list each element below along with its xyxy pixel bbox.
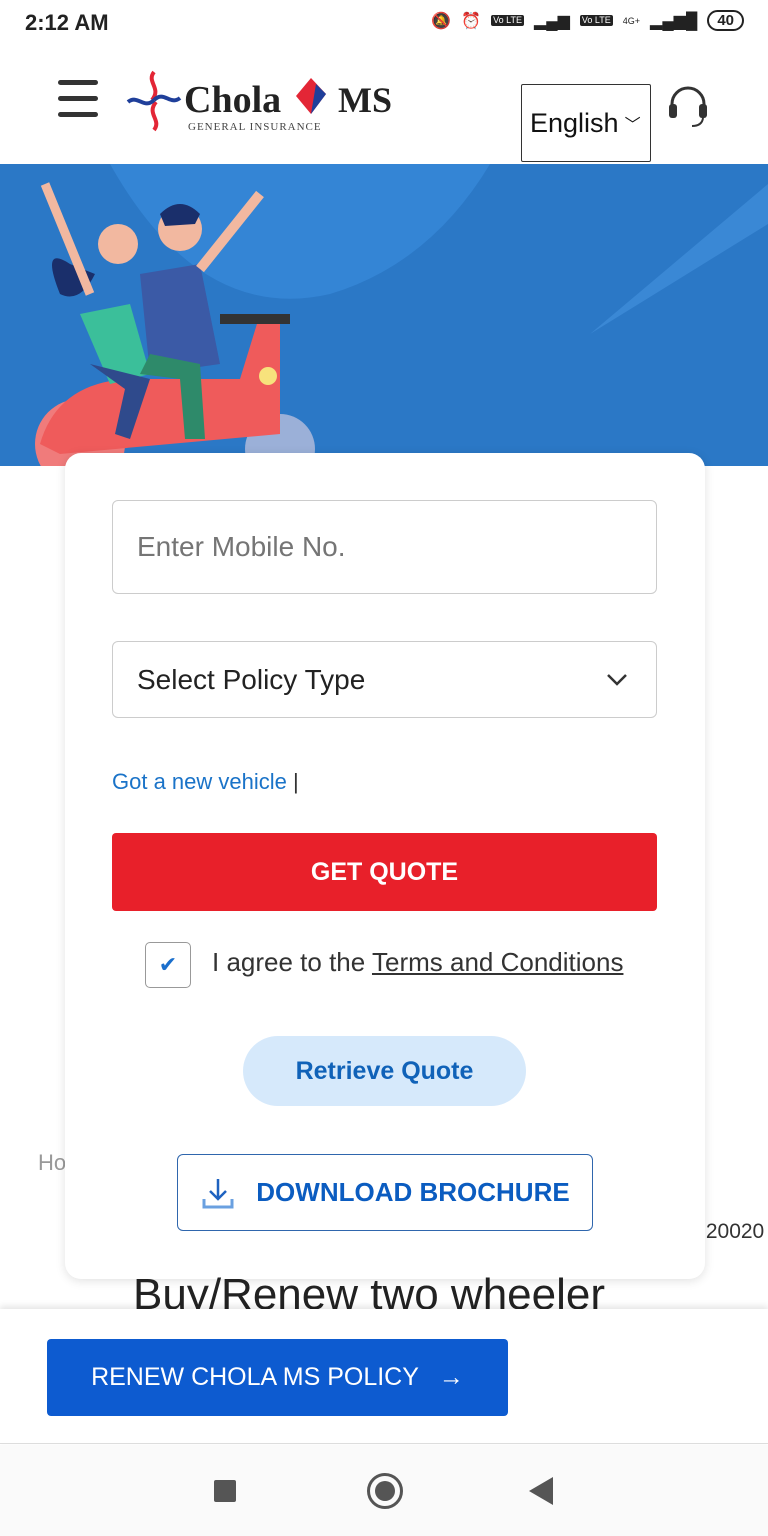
signal-icon-2: ▂▄▆█ [650, 12, 698, 30]
terms-text: I agree to the Terms and Conditions [212, 947, 623, 978]
get-quote-button[interactable]: GET QUOTE [112, 833, 657, 911]
language-select[interactable]: English ﹀ [521, 84, 651, 162]
scooter-riders-illustration [35, 164, 768, 466]
home-icon[interactable] [367, 1473, 403, 1509]
section-heading: Buy/Renew two wheeler [133, 1270, 606, 1310]
back-icon[interactable] [529, 1477, 553, 1505]
network-type: 4G+ [622, 15, 641, 26]
alarm-icon: ⏰ [461, 12, 482, 30]
background-text-fragment: Ho [38, 1150, 67, 1175]
battery-icon: 40 [707, 10, 744, 31]
download-brochure-label: DOWNLOAD BROCHURE [256, 1177, 570, 1207]
check-icon: ✔ [158, 952, 178, 977]
new-vehicle-row: Got a new vehicle | [112, 769, 299, 795]
status-bar: 2:12 AM 🔕 ⏰ Vo LTE ▂▄▆ Vo LTE 4G+ ▂▄▆█ 4… [0, 0, 768, 48]
signal-icon: ▂▄▆ [533, 12, 570, 30]
svg-text:Chola: Chola [184, 79, 281, 121]
arrow-right-icon: → [438, 1363, 464, 1391]
svg-text:MS: MS [338, 80, 392, 120]
clock: 2:12 AM [25, 10, 109, 35]
renew-label: RENEW CHOLA MS POLICY [91, 1363, 419, 1391]
separator: | [293, 769, 299, 794]
status-icons: 🔕 ⏰ Vo LTE ▂▄▆ Vo LTE 4G+ ▂▄▆█ 40 [431, 10, 744, 31]
hero-banner [0, 164, 768, 466]
svg-text:GENERAL INSURANCE: GENERAL INSURANCE [188, 121, 322, 133]
background-number-fragment: :20020 [700, 1220, 765, 1243]
policy-type-select[interactable]: Select Policy Type [112, 641, 657, 718]
agree-label: I agree to the [212, 947, 372, 977]
retrieve-quote-button[interactable]: Retrieve Quote [243, 1036, 526, 1106]
terms-link[interactable]: Terms and Conditions [372, 947, 623, 977]
system-nav-bar [0, 1445, 768, 1536]
download-brochure-button[interactable]: DOWNLOAD BROCHURE [177, 1154, 593, 1231]
mobile-number-input[interactable] [112, 500, 657, 594]
download-icon [202, 1178, 234, 1208]
terms-checkbox[interactable]: ✔ [145, 942, 191, 988]
language-label: English [530, 107, 619, 138]
recents-icon[interactable] [214, 1480, 236, 1502]
logo-mark-icon [126, 70, 182, 132]
chevron-down-icon: ﹀ [624, 117, 641, 134]
logo[interactable]: Chola MS GENERAL INSURANCE [126, 68, 406, 138]
menu-icon[interactable] [58, 80, 98, 120]
volte-icon: Vo LTE [491, 15, 524, 26]
new-vehicle-link[interactable]: Got a new vehicle [112, 769, 287, 794]
volte-icon-2: Vo LTE [579, 15, 613, 26]
renew-policy-button[interactable]: RENEW CHOLA MS POLICY → [47, 1339, 508, 1416]
policy-type-label: Select Policy Type [137, 663, 366, 695]
headset-icon[interactable] [664, 82, 712, 130]
mute-icon: 🔕 [431, 12, 452, 30]
chevron-down-icon [607, 673, 627, 686]
